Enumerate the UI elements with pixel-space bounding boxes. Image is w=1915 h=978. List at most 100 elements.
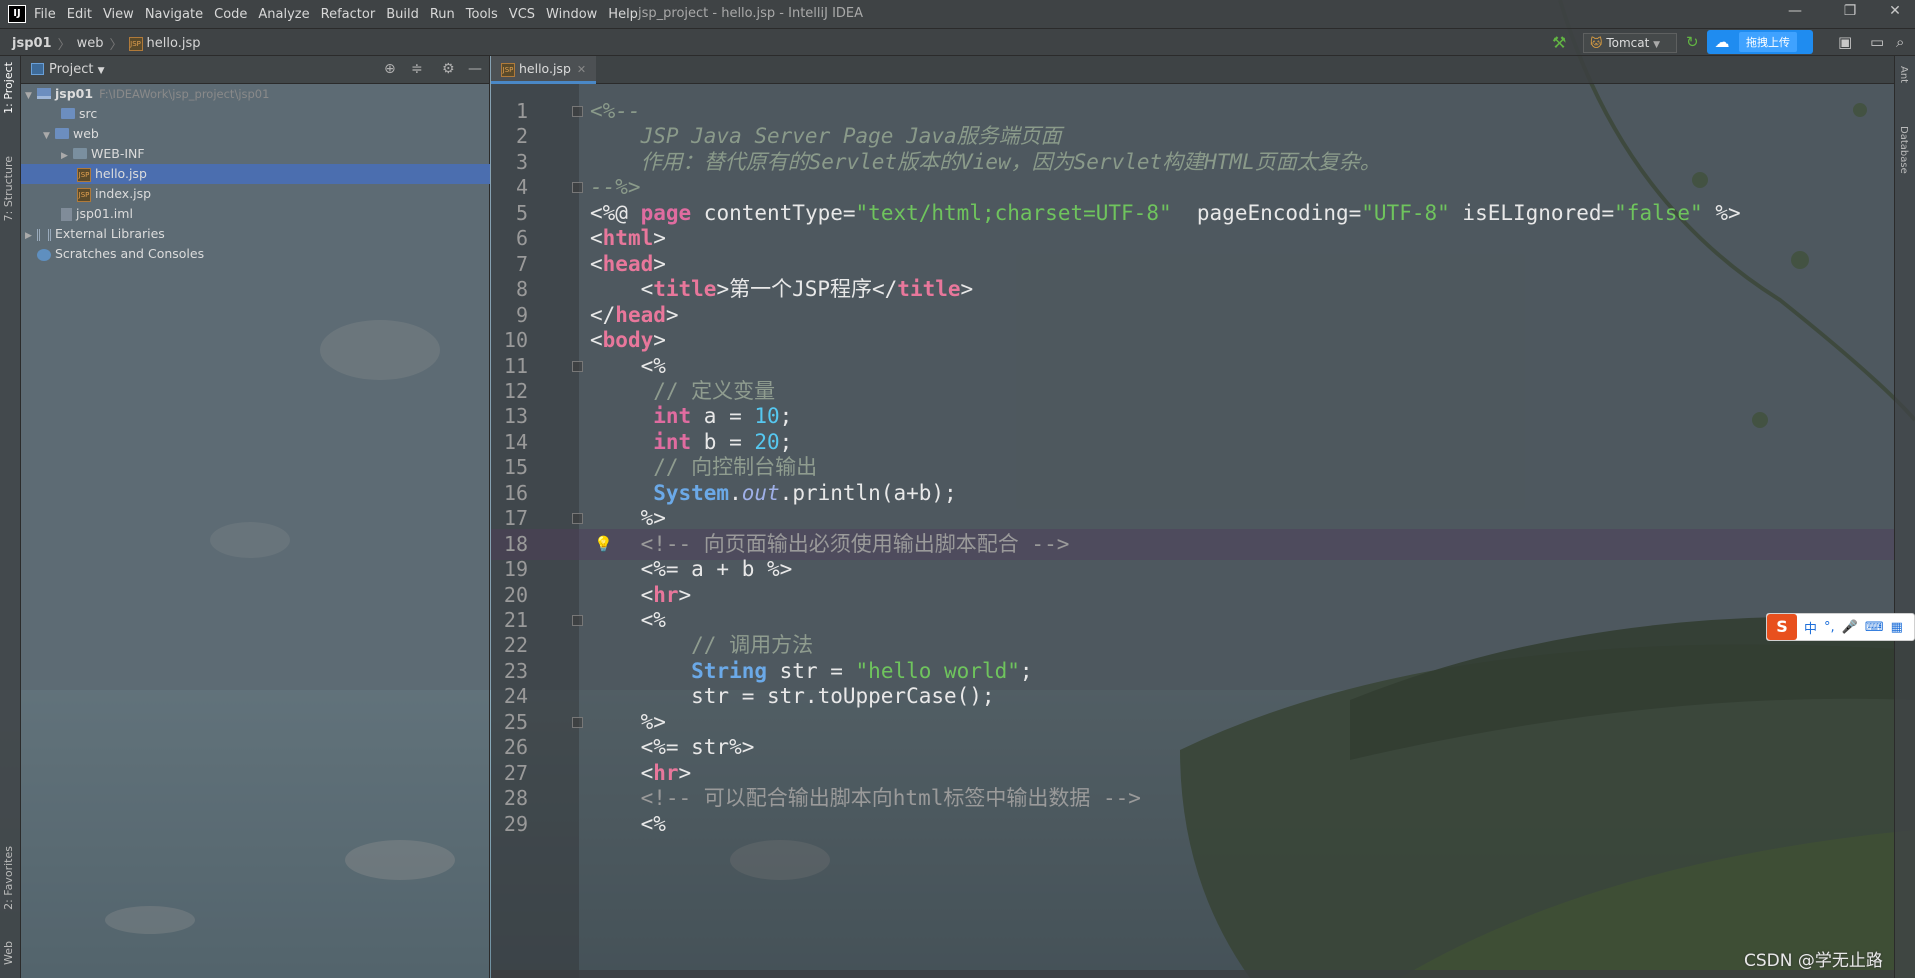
build-hammer-icon[interactable]: ⚒ (1552, 33, 1566, 52)
code-token: ; (779, 404, 793, 429)
tree-item-scratches[interactable]: Scratches and Consoles (21, 244, 490, 264)
hide-panel-icon[interactable]: — (468, 61, 482, 77)
code-token: out (741, 480, 780, 505)
tab-web[interactable]: Web (2, 941, 15, 965)
tree-item-jsp01-iml[interactable]: jsp01.iml (21, 204, 490, 224)
code-token: str = (767, 658, 856, 683)
fold-marker-icon[interactable] (572, 513, 583, 525)
code-token: <% (590, 353, 666, 378)
code-token: "false" (1614, 200, 1703, 225)
code-token: JSP Java Server Page Java服务端页面 (590, 124, 1062, 149)
breadcrumb-file[interactable]: hello.jsp (147, 36, 201, 51)
gear-icon[interactable]: ⚙ (442, 61, 455, 77)
tree-item-external-libraries[interactable]: ▶ External Libraries (21, 224, 490, 244)
code-token: <%-- (590, 99, 641, 123)
code-token: > (960, 277, 974, 302)
tree-item-web[interactable]: ▼ web (21, 124, 490, 144)
code-token: < (590, 328, 603, 353)
close-tab-icon[interactable]: ✕ (577, 63, 586, 76)
fold-marker-icon[interactable] (572, 360, 583, 372)
fold-marker-icon[interactable] (572, 615, 583, 626)
menu-file[interactable]: File (34, 7, 56, 22)
code-token: // 向控制台输出 (590, 455, 818, 480)
menu-code[interactable]: Code (214, 7, 247, 22)
jsp-file-icon: JSP (77, 167, 91, 182)
fold-marker-icon[interactable] (572, 716, 583, 728)
code-token: <% (590, 811, 666, 836)
jsp-file-icon: JSP (128, 36, 143, 51)
code-line[interactable]: 29 <% (491, 809, 1894, 840)
code-text: <% (590, 809, 666, 840)
project-panel-title[interactable]: Project ▼ (49, 62, 105, 77)
menu-analyze[interactable]: Analyze (258, 7, 309, 22)
horizontal-scrollbar[interactable] (491, 970, 1894, 978)
folder-icon (73, 148, 87, 159)
jsp-file-icon: JSP (501, 62, 515, 77)
menu-vcs[interactable]: VCS (509, 7, 535, 22)
tab-database[interactable]: Database (1898, 126, 1909, 174)
collapse-all-icon[interactable]: ≑ (411, 61, 423, 77)
keyboard-icon[interactable]: ⌨ (1865, 620, 1884, 635)
code-token: // 定义变量 (590, 378, 776, 403)
code-token: title (897, 277, 961, 302)
ime-chinese-mode[interactable]: 中 (1804, 618, 1817, 637)
code-token: > (653, 226, 666, 251)
code-token: // 调用方法 (590, 633, 814, 658)
restore-icon[interactable]: ❐ (1830, 3, 1870, 19)
code-token: body (602, 328, 654, 353)
fold-marker-icon[interactable] (572, 182, 583, 194)
breadcrumb-folder[interactable]: web (77, 36, 104, 51)
tab-hello-jsp[interactable]: JSP hello.jsp ✕ (491, 56, 597, 84)
tree-item-web-inf[interactable]: ▶ WEB-INF (21, 144, 490, 164)
microphone-icon[interactable]: 🎤 (1842, 620, 1858, 635)
tab-structure[interactable]: 7: Structure (2, 156, 15, 221)
module-folder-icon (37, 88, 51, 99)
rerun-icon[interactable]: ↻ (1686, 33, 1699, 51)
minimize-icon[interactable]: — (1775, 3, 1815, 19)
breadcrumb-project[interactable]: jsp01 (12, 36, 52, 51)
tree-item-label: Scratches and Consoles (55, 246, 205, 261)
menu-help[interactable]: Help (608, 7, 638, 22)
tree-item-jsp01[interactable]: ▼ jsp01 F:\IDEAWork\jsp_project\jsp01 (21, 84, 490, 104)
project-structure-icon[interactable]: ▣ (1838, 33, 1852, 51)
tree-item-index-jsp[interactable]: JSP index.jsp (21, 184, 490, 204)
code-token: 20 (754, 429, 780, 454)
code-token: contentType= (691, 200, 856, 225)
tomcat-icon: 🐱 (1590, 36, 1603, 50)
code-token: > (653, 328, 666, 353)
code-token: int (653, 429, 692, 454)
menu-view[interactable]: View (103, 7, 134, 22)
run-config-select[interactable]: 🐱 Tomcat ▼ (1583, 33, 1677, 53)
ime-toolbar[interactable]: S 中 °, 🎤 ⌨ ▦ (1766, 613, 1915, 641)
fold-marker-icon[interactable] (572, 106, 583, 117)
menu-edit[interactable]: Edit (67, 7, 92, 22)
upload-button[interactable]: ☁ 拖拽上传 (1707, 30, 1813, 54)
menu-build[interactable]: Build (386, 7, 419, 22)
grid-icon[interactable]: ▦ (1891, 620, 1903, 635)
code-token: <%@ (590, 200, 641, 225)
tree-item-src[interactable]: src (21, 104, 490, 124)
tab-project[interactable]: 1: Project (2, 62, 15, 114)
code-token: hr (653, 582, 679, 607)
ime-punctuation[interactable]: °, (1824, 620, 1835, 635)
tab-ant[interactable]: Ant (1898, 66, 1909, 83)
chevron-down-icon: ▼ (1653, 40, 1661, 50)
menu-run[interactable]: Run (430, 7, 455, 22)
layout-icon[interactable]: ▭ (1870, 33, 1884, 51)
close-icon[interactable]: ✕ (1875, 3, 1915, 19)
menu-tools[interactable]: Tools (466, 7, 498, 22)
locate-icon[interactable]: ⊕ (384, 61, 396, 77)
search-icon[interactable]: ⌕ (1896, 33, 1904, 51)
tree-item-hello-jsp[interactable]: JSP hello.jsp (21, 164, 490, 184)
run-config-label: Tomcat (1606, 36, 1650, 50)
tab-favorites[interactable]: 2: Favorites (2, 846, 15, 910)
menu-refactor[interactable]: Refactor (321, 7, 376, 22)
iml-file-icon (61, 208, 72, 221)
menu-navigate[interactable]: Navigate (145, 7, 203, 22)
menu-window[interactable]: Window (546, 7, 597, 22)
code-editor[interactable]: JSP hello.jsp ✕ 1 <%-- 2 JSP Java Server Pag… (491, 56, 1894, 978)
